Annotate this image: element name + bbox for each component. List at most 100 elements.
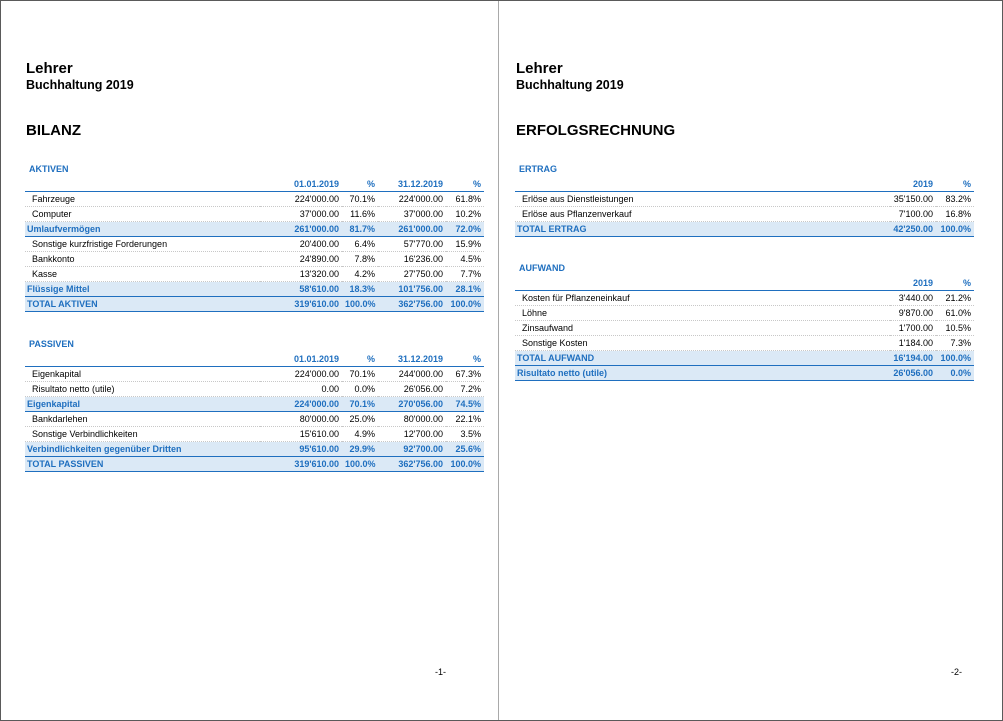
row-value: 61.0% <box>936 305 974 321</box>
row-value: 7.2% <box>446 381 484 397</box>
page-1: Lehrer Buchhaltung 2019 BILANZ AKTIVEN 0… <box>1 1 498 720</box>
row-label: Verbindlichkeiten gegenüber Dritten <box>25 441 260 457</box>
row-value: 70.1% <box>342 366 378 382</box>
row-label: Sonstige Verbindlichkeiten <box>25 426 260 442</box>
section-title-erfolgsrechnung: ERFOLGSRECHNUNG <box>516 122 676 139</box>
row-value: 101'756.00 <box>378 281 446 297</box>
row-label: Erlöse aus Dienstleistungen <box>515 191 890 207</box>
column-header: 2019 <box>890 276 936 291</box>
row-label: Eigenkapital <box>25 396 260 412</box>
row-value: 16'194.00 <box>890 350 936 366</box>
row-label: Risultato netto (utile) <box>25 381 260 397</box>
document-subtitle: Buchhaltung 2019 <box>516 78 624 92</box>
row-label: Fahrzeuge <box>25 191 260 207</box>
subtotal-row: Risultato netto (utile) 26'056.00 0.0% <box>515 365 974 381</box>
row-value: 100.0% <box>936 350 974 366</box>
aktiven-table: 01.01.2019% 31.12.2019% Fahrzeuge 224'000.0… <box>25 177 484 312</box>
subtotal-row: TOTAL ERTRAG 42'250.00 100.0% <box>515 221 974 237</box>
row-value: 67.3% <box>446 366 484 382</box>
row-value: 7.7% <box>446 266 484 282</box>
column-header: % <box>936 276 974 291</box>
table-row: Sonstige Kosten 1'184.00 7.3% <box>515 335 974 351</box>
subtotal-row: Umlaufvermögen 261'000.00 81.7% 261'000.00 7… <box>25 221 484 237</box>
row-value: 80'000.00 <box>378 411 446 427</box>
row-value: 261'000.00 <box>260 221 342 237</box>
row-value: 18.3% <box>342 281 378 297</box>
header-spacer <box>25 177 260 192</box>
table-row: Fahrzeuge 224'000.00 70.1% 224'000.00 61.8% <box>25 191 484 207</box>
row-value: 83.2% <box>936 191 974 207</box>
row-value: 12'700.00 <box>378 426 446 442</box>
subtotal-row: TOTAL AUFWAND 16'194.00 100.0% <box>515 350 974 366</box>
table-row: Löhne 9'870.00 61.0% <box>515 305 974 321</box>
row-label: Umlaufvermögen <box>25 221 260 237</box>
row-value: 6.4% <box>342 236 378 252</box>
row-value: 270'056.00 <box>378 396 446 412</box>
row-label: TOTAL AUFWAND <box>515 350 890 366</box>
aufwand-table: 2019% Kosten für Pflanzeneinkauf 3'440.00 2… <box>515 276 974 381</box>
column-header: 01.01.2019 <box>260 352 342 367</box>
row-value: 70.1% <box>342 396 378 412</box>
column-header: % <box>342 352 378 367</box>
table-row: Bankdarlehen 80'000.00 25.0% 80'000.00 22.1% <box>25 411 484 427</box>
header-spacer <box>515 276 890 291</box>
row-value: 25.6% <box>446 441 484 457</box>
subtotal-row: TOTAL AKTIVEN 319'610.00 100.0% 362'756.00 1… <box>25 296 484 312</box>
row-value: 319'610.00 <box>260 456 342 472</box>
row-value: 100.0% <box>342 456 378 472</box>
row-value: 9'870.00 <box>890 305 936 321</box>
row-value: 11.6% <box>342 206 378 222</box>
row-value: 92'700.00 <box>378 441 446 457</box>
column-header: 01.01.2019 <box>260 177 342 192</box>
row-value: 4.5% <box>446 251 484 267</box>
table-row: Sonstige Verbindlichkeiten 15'610.00 4.9% 1… <box>25 426 484 442</box>
table-header: 01.01.2019% 31.12.2019% <box>25 352 484 367</box>
group-title-passiven: PASSIVEN <box>29 339 74 349</box>
row-value: 13'320.00 <box>260 266 342 282</box>
row-value: 16.8% <box>936 206 974 222</box>
row-value: 22.1% <box>446 411 484 427</box>
row-value: 224'000.00 <box>260 366 342 382</box>
row-value: 70.1% <box>342 191 378 207</box>
row-value: 21.2% <box>936 290 974 306</box>
print-preview: Lehrer Buchhaltung 2019 BILANZ AKTIVEN 0… <box>0 0 1003 721</box>
page-number: -1- <box>435 667 446 677</box>
row-label: Kasse <box>25 266 260 282</box>
subtotal-row: TOTAL PASSIVEN 319'610.00 100.0% 362'756.00… <box>25 456 484 472</box>
column-header: % <box>342 177 378 192</box>
row-label: Erlöse aus Pflanzenverkauf <box>515 206 890 222</box>
row-label: Zinsaufwand <box>515 320 890 336</box>
row-value: 25.0% <box>342 411 378 427</box>
row-value: 1'184.00 <box>890 335 936 351</box>
table-header: 2019% <box>515 177 974 192</box>
passiven-table: 01.01.2019% 31.12.2019% Eigenkapital 224'00… <box>25 352 484 472</box>
row-value: 57'770.00 <box>378 236 446 252</box>
column-header: % <box>936 177 974 192</box>
subtotal-row: Eigenkapital 224'000.00 70.1% 270'056.00 74.… <box>25 396 484 412</box>
column-header: 31.12.2019 <box>378 352 446 367</box>
table-row: Zinsaufwand 1'700.00 10.5% <box>515 320 974 336</box>
table-header: 2019% <box>515 276 974 291</box>
table-row: Sonstige kurzfristige Forderungen 20'400.… <box>25 236 484 252</box>
column-header: % <box>446 177 484 192</box>
table-row: Risultato netto (utile) 0.00 0.0% 26'056.00… <box>25 381 484 397</box>
row-value: 24'890.00 <box>260 251 342 267</box>
row-label: Flüssige Mittel <box>25 281 260 297</box>
row-value: 81.7% <box>342 221 378 237</box>
row-value: 20'400.00 <box>260 236 342 252</box>
document-title: Lehrer <box>516 60 563 77</box>
row-value: 16'236.00 <box>378 251 446 267</box>
row-label: Kosten für Pflanzeneinkauf <box>515 290 890 306</box>
table-row: Kosten für Pflanzeneinkauf 3'440.00 21.2% <box>515 290 974 306</box>
row-value: 61.8% <box>446 191 484 207</box>
row-value: 224'000.00 <box>260 396 342 412</box>
row-value: 27'750.00 <box>378 266 446 282</box>
row-value: 100.0% <box>342 296 378 312</box>
row-label: TOTAL PASSIVEN <box>25 456 260 472</box>
table-row: Erlöse aus Dienstleistungen 35'150.00 83.2… <box>515 191 974 207</box>
row-value: 35'150.00 <box>890 191 936 207</box>
row-value: 58'610.00 <box>260 281 342 297</box>
row-label: TOTAL AKTIVEN <box>25 296 260 312</box>
row-value: 3'440.00 <box>890 290 936 306</box>
section-title-bilanz: BILANZ <box>26 122 81 139</box>
